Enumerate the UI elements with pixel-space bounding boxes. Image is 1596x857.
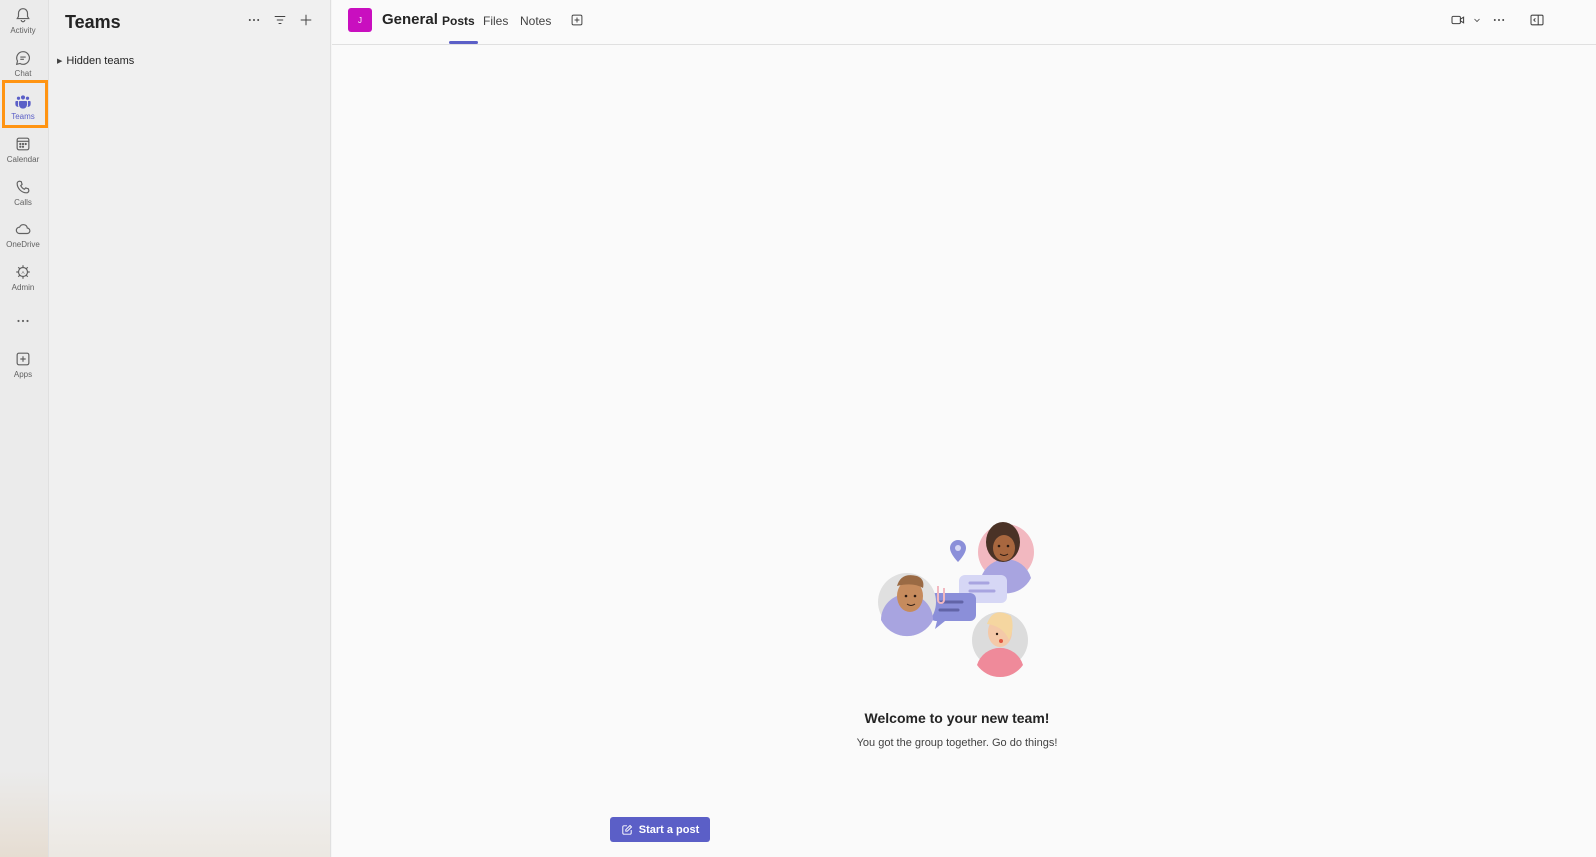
rail-label-onedrive: OneDrive xyxy=(6,240,40,249)
hidden-teams-label: Hidden teams xyxy=(66,55,135,67)
hidden-teams-toggle[interactable]: ▶ Hidden teams xyxy=(57,55,134,67)
apps-plus-icon xyxy=(16,352,30,366)
channel-main: J General Posts Files Notes Welcome to y… xyxy=(332,0,1596,857)
admin-gear-icon: A xyxy=(16,265,30,279)
rail-item-onedrive[interactable]: OneDrive xyxy=(0,216,46,258)
chevron-down-icon xyxy=(1474,18,1480,23)
welcome-subtitle: You got the group together. Go do things… xyxy=(856,737,1058,749)
channel-more-options-button[interactable] xyxy=(1492,12,1506,28)
more-icon xyxy=(17,319,29,323)
video-camera-icon xyxy=(1451,15,1465,25)
side-panel-icon xyxy=(1530,14,1544,26)
tab-posts[interactable]: Posts xyxy=(442,14,475,28)
welcome-illustration xyxy=(878,522,1034,678)
open-pane-button[interactable] xyxy=(1529,12,1545,28)
teams-pane-actions xyxy=(246,11,314,29)
welcome-title: Welcome to your new team! xyxy=(864,710,1050,726)
create-team-button[interactable] xyxy=(298,11,314,29)
channel-header: J General Posts Files Notes xyxy=(332,0,1596,45)
compose-icon xyxy=(622,824,632,835)
tab-files[interactable]: Files xyxy=(483,14,508,28)
add-tab-icon xyxy=(571,14,583,26)
rail-item-activity[interactable]: Activity xyxy=(0,2,46,44)
rail-item-apps[interactable]: Apps xyxy=(0,346,46,388)
teams-filter-button[interactable] xyxy=(272,11,288,29)
filter-icon xyxy=(274,16,286,24)
rail-label-apps: Apps xyxy=(13,370,33,379)
rail-label-calendar: Calendar xyxy=(6,155,40,164)
rail-label-admin: Admin xyxy=(11,283,35,292)
teams-pane-title: Teams xyxy=(65,12,121,32)
teams-highlight-box xyxy=(2,80,48,128)
teams-list-pane: Teams ▶ Hidden teams xyxy=(49,0,331,857)
rail-item-calls[interactable]: Calls xyxy=(0,174,46,216)
tab-notes[interactable]: Notes xyxy=(520,14,551,28)
svg-text:A: A xyxy=(21,270,24,275)
rail-item-calendar[interactable]: Calendar xyxy=(0,131,46,173)
plus-icon xyxy=(300,14,312,26)
caret-right-icon: ▶ xyxy=(57,58,63,65)
cloud-icon xyxy=(15,224,31,235)
rail-label-calls: Calls xyxy=(14,198,32,207)
chat-icon xyxy=(15,51,30,66)
more-icon xyxy=(248,19,260,21)
app-rail: Activity Chat Teams Calendar Calls OneDr… xyxy=(0,0,49,857)
more-icon xyxy=(1493,19,1505,21)
rail-label-chat: Chat xyxy=(14,69,32,78)
rail-label-activity: Activity xyxy=(10,26,36,35)
rail-more-button[interactable] xyxy=(0,308,46,350)
active-tab-indicator xyxy=(449,41,478,44)
calendar-icon xyxy=(16,137,30,151)
teams-more-options-button[interactable] xyxy=(246,11,262,29)
bell-icon xyxy=(16,8,30,23)
start-post-label: Start a post xyxy=(638,823,700,836)
phone-icon xyxy=(16,180,30,194)
meet-button[interactable] xyxy=(1450,12,1482,28)
team-avatar[interactable]: J xyxy=(348,8,372,32)
add-tab-button[interactable] xyxy=(570,13,584,32)
rail-item-admin[interactable]: A Admin xyxy=(0,259,46,301)
channel-name: General xyxy=(382,11,438,28)
start-post-button[interactable]: Start a post xyxy=(610,817,710,842)
